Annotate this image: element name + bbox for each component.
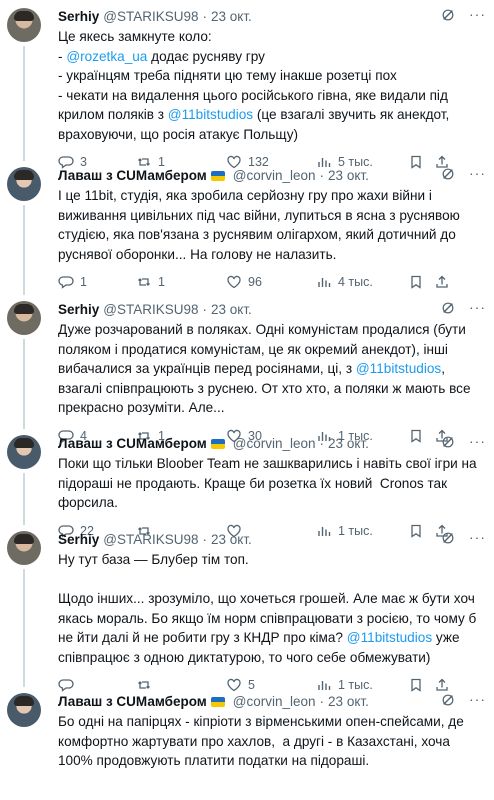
tweet-header: Serhiy @STARIKSU98 · 23 окт. xyxy=(58,301,484,319)
grok-icon[interactable] xyxy=(441,435,455,449)
more-options-icon[interactable]: ··· xyxy=(469,300,486,315)
tweet-header-icons: ··· xyxy=(441,166,486,181)
share-icon xyxy=(436,275,448,288)
separator-dot: · xyxy=(319,694,325,709)
avatar[interactable] xyxy=(7,435,41,469)
retweet-icon xyxy=(138,278,150,286)
separator-dot: · xyxy=(202,9,208,24)
tweet-header-icons: ··· xyxy=(441,434,486,449)
separator-dot: · xyxy=(319,168,325,183)
reply-count: 1 xyxy=(80,275,87,289)
tweet[interactable]: Serhiy @STARIKSU98 · 23 окт. ··· Дуже ро… xyxy=(0,293,494,443)
like-count: 96 xyxy=(248,275,262,289)
avatar[interactable] xyxy=(7,531,41,565)
separator-dot: · xyxy=(319,436,325,451)
separator-dot: · xyxy=(202,532,208,547)
text-segment: Бо одні на папірцях - кіпріоти з вірменс… xyxy=(58,714,468,768)
tweet-text: Ну тут база — Блубер тім топ. Щодо інших… xyxy=(58,550,484,667)
mention-link[interactable]: @rozetka_ua xyxy=(66,49,147,64)
thread-connector xyxy=(23,205,25,295)
more-options-icon[interactable]: ··· xyxy=(469,166,486,181)
tweet-header: Лаваш з СUМамбером @corvin_leon · 23 окт… xyxy=(58,167,484,185)
tweet[interactable]: Serhiy @STARIKSU98 · 23 окт. ··· Ну тут … xyxy=(0,523,494,692)
author-name[interactable]: Лаваш з СUМамбером xyxy=(58,693,207,711)
avatar[interactable] xyxy=(7,167,41,201)
like-icon xyxy=(227,275,241,289)
tweet-date[interactable]: 23 окт. xyxy=(211,531,252,549)
tweet-thread: Serhiy @STARIKSU98 · 23 окт. ··· Це якес… xyxy=(0,0,494,800)
mention-link[interactable]: @11bitstudios xyxy=(347,630,432,645)
share-button[interactable] xyxy=(434,274,460,290)
grok-icon[interactable] xyxy=(441,693,455,707)
tweet-date[interactable]: 23 окт. xyxy=(211,301,252,319)
tweet-header-icons: ··· xyxy=(441,692,486,707)
grok-icon[interactable] xyxy=(441,167,455,181)
ukraine-flag-icon xyxy=(210,697,225,707)
tweet-date[interactable]: 23 окт. xyxy=(328,693,369,711)
ukraine-flag-icon xyxy=(210,171,225,181)
tweet[interactable]: Лаваш з СUМамбером @corvin_leon · 23 окт… xyxy=(0,159,494,296)
author-handle[interactable]: @STARIKSU98 xyxy=(103,301,198,319)
mention-link[interactable]: @11bitstudios xyxy=(168,107,253,122)
tweet-header-icons: ··· xyxy=(441,7,486,22)
tweet-text: Дуже розчарований в поляках. Одні комуні… xyxy=(58,320,484,418)
more-options-icon[interactable]: ··· xyxy=(469,530,486,545)
tweet[interactable]: Лаваш з СUМамбером @corvin_leon · 23 окт… xyxy=(0,427,494,538)
tweet-header-icons: ··· xyxy=(441,530,486,545)
author-name[interactable]: Лаваш з СUМамбером xyxy=(58,435,207,453)
grok-icon[interactable] xyxy=(441,531,455,545)
more-options-icon[interactable]: ··· xyxy=(469,7,486,22)
retweet-count: 1 xyxy=(158,275,165,289)
avatar[interactable] xyxy=(7,8,41,42)
author-name[interactable]: Serhiy xyxy=(58,531,99,549)
text-segment: І це 11bit, студія, яка зробила серйозну… xyxy=(58,188,464,262)
thread-connector xyxy=(23,46,25,161)
ukraine-flag-icon xyxy=(210,439,225,449)
author-name[interactable]: Serhiy xyxy=(58,301,99,319)
views-button[interactable]: 4 тыс. xyxy=(316,274,408,290)
thread-connector xyxy=(23,473,25,525)
tweet-header-icons: ··· xyxy=(441,300,486,315)
tweet[interactable]: Лаваш з СUМамбером @corvin_leon · 23 окт… xyxy=(0,685,494,800)
tweet-text: Бо одні на папірцях - кіпріоти з вірменс… xyxy=(58,712,484,771)
reply-icon xyxy=(58,276,74,289)
mention-link[interactable]: @11bitstudios xyxy=(356,361,441,376)
more-options-icon[interactable]: ··· xyxy=(469,692,486,707)
text-segment: Поки що тільки Bloober Team не зашкварил… xyxy=(58,456,481,510)
tweet-date[interactable]: 23 окт. xyxy=(328,435,369,453)
author-name[interactable]: Serhiy xyxy=(58,8,99,26)
more-options-icon[interactable]: ··· xyxy=(469,434,486,449)
bookmark-icon xyxy=(411,275,421,289)
separator-dot: · xyxy=(202,302,208,317)
tweet-header: Serhiy @STARIKSU98 · 23 окт. xyxy=(58,8,484,26)
tweet-text: Поки що тільки Bloober Team не зашкварил… xyxy=(58,454,484,513)
tweet-date[interactable]: 23 окт. xyxy=(211,8,252,26)
author-handle[interactable]: @STARIKSU98 xyxy=(103,531,198,549)
retweet-button[interactable]: 1 xyxy=(136,274,226,290)
grok-icon[interactable] xyxy=(441,301,455,315)
like-button[interactable]: 96 xyxy=(226,274,316,290)
author-handle[interactable]: @corvin_leon xyxy=(233,693,316,711)
reply-button[interactable]: 1 xyxy=(58,274,136,290)
thread-connector xyxy=(23,339,25,429)
grok-icon[interactable] xyxy=(441,8,455,22)
avatar[interactable] xyxy=(7,301,41,335)
tweet-text: Це якесь замкнуте коло: - @rozetka_ua до… xyxy=(58,27,484,144)
tweet-header: Лаваш з СUМамбером @corvin_leon · 23 окт… xyxy=(58,435,484,453)
tweet-header: Serhiy @STARIKSU98 · 23 окт. xyxy=(58,531,484,549)
tweet[interactable]: Serhiy @STARIKSU98 · 23 окт. ··· Це якес… xyxy=(0,0,494,169)
views-count: 4 тыс. xyxy=(338,275,373,289)
author-name[interactable]: Лаваш з СUМамбером xyxy=(58,167,207,185)
author-handle[interactable]: @STARIKSU98 xyxy=(103,8,198,26)
thread-connector xyxy=(23,569,25,687)
avatar[interactable] xyxy=(7,693,41,727)
tweet-actions: 1 1 96 4 тыс. xyxy=(58,268,484,296)
author-handle[interactable]: @corvin_leon xyxy=(233,167,316,185)
tweet-header: Лаваш з СUМамбером @corvin_leon · 23 окт… xyxy=(58,693,484,711)
views-icon xyxy=(318,278,331,287)
author-handle[interactable]: @corvin_leon xyxy=(233,435,316,453)
tweet-date[interactable]: 23 окт. xyxy=(328,167,369,185)
bookmark-button[interactable] xyxy=(408,274,434,290)
tweet-text: І це 11bit, студія, яка зробила серйозну… xyxy=(58,186,484,264)
